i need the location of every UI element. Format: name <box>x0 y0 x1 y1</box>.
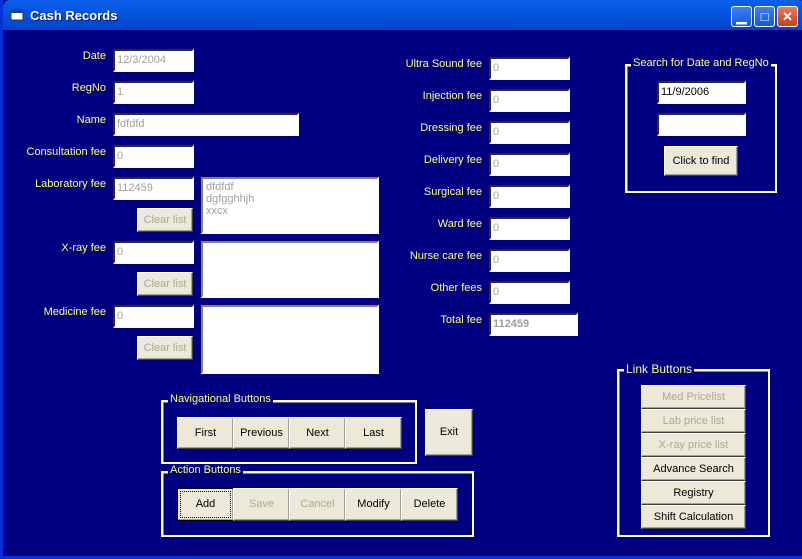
surgical-fee-field[interactable]: 0 <box>489 185 570 208</box>
date-field[interactable]: 12/3/2004 <box>113 49 194 72</box>
click-to-find-button[interactable]: Click to find <box>664 146 738 176</box>
maximize-icon: □ <box>760 9 769 24</box>
advance-search-button[interactable]: Advance Search <box>641 457 746 481</box>
save-button[interactable]: Save <box>233 488 290 521</box>
laboratory-list[interactable]: dfdfdf dgfgghhjh xxcx <box>201 177 379 234</box>
name-label: Name <box>76 114 106 126</box>
cancel-button[interactable]: Cancel <box>289 488 346 521</box>
previous-button[interactable]: Previous <box>233 417 290 449</box>
registry-button[interactable]: Registry <box>641 481 746 505</box>
delivery-fee-field[interactable]: 0 <box>489 153 570 176</box>
nurse-care-fee-field[interactable]: 0 <box>489 249 570 272</box>
ward-fee-field[interactable]: 0 <box>489 217 570 240</box>
med-pricelist-button[interactable]: Med Pricelist <box>641 385 746 409</box>
modify-button[interactable]: Modify <box>345 488 402 521</box>
minimize-button[interactable]: ▁ <box>731 6 752 27</box>
minimize-icon: ▁ <box>736 9 747 24</box>
xray-price-list-button[interactable]: X-ray price list <box>641 433 746 457</box>
delivery-fee-label: Delivery fee <box>423 154 482 166</box>
injection-fee-label: Injection fee <box>422 90 482 102</box>
regno-field[interactable]: 1 <box>113 81 194 104</box>
search-regno-field[interactable] <box>657 113 746 136</box>
medicine-clear-list-button[interactable]: Clear list <box>137 336 193 360</box>
close-icon: ✕ <box>782 9 793 24</box>
medicine-list[interactable] <box>201 305 379 374</box>
delete-button[interactable]: Delete <box>401 488 458 521</box>
consultation-fee-field[interactable]: 0 <box>113 145 194 168</box>
window-title: Cash Records <box>30 8 118 23</box>
surgical-fee-label: Surgical fee <box>423 186 482 198</box>
lab-price-list-button[interactable]: Lab price list <box>641 409 746 433</box>
other-fees-field[interactable]: 0 <box>489 281 570 304</box>
app-icon <box>10 9 24 21</box>
link-buttons-frame-title: Link Buttons <box>624 362 695 376</box>
shift-calculation-button[interactable]: Shift Calculation <box>641 505 746 529</box>
close-button[interactable]: ✕ <box>777 6 798 27</box>
navigational-frame-title: Navigational Buttons <box>168 393 273 405</box>
ward-fee-label: Ward fee <box>437 218 482 230</box>
injection-fee-field[interactable]: 0 <box>489 89 570 112</box>
last-button[interactable]: Last <box>345 417 402 449</box>
ultrasound-fee-field[interactable]: 0 <box>489 57 570 80</box>
other-fees-label: Other fees <box>430 282 482 294</box>
xray-list[interactable] <box>201 241 379 298</box>
total-fee-label: Total fee <box>440 314 482 326</box>
search-frame-title: Search for Date and RegNo <box>631 57 771 69</box>
xray-fee-field[interactable]: 0 <box>113 241 194 264</box>
form-body: Date 12/3/2004 RegNo 1 Name fdfdfd Consu… <box>6 30 802 556</box>
laboratory-fee-field[interactable]: 112459 <box>113 177 194 200</box>
maximize-button[interactable]: □ <box>754 6 775 27</box>
next-button[interactable]: Next <box>289 417 346 449</box>
medicine-fee-field[interactable]: 0 <box>113 305 194 328</box>
name-field[interactable]: fdfdfd <box>113 113 299 136</box>
xray-fee-label: X-ray fee <box>61 242 106 254</box>
add-button[interactable]: Add <box>177 488 234 521</box>
list-item[interactable]: dfdfdf <box>206 181 374 193</box>
dressing-fee-field[interactable]: 0 <box>489 121 570 144</box>
laboratory-clear-list-button[interactable]: Clear list <box>137 208 193 232</box>
cash-records-window: Cash Records ▁ □ ✕ Date 12/3/2004 RegNo … <box>0 0 802 559</box>
xray-clear-list-button[interactable]: Clear list <box>137 272 193 296</box>
list-item[interactable]: xxcx <box>206 205 374 217</box>
medicine-fee-label: Medicine fee <box>43 306 106 318</box>
total-fee-field[interactable]: 112459 <box>489 313 578 336</box>
laboratory-fee-label: Laboratory fee <box>35 178 106 190</box>
exit-button[interactable]: Exit <box>425 409 473 456</box>
dressing-fee-label: Dressing fee <box>420 122 482 134</box>
nurse-care-fee-label: Nurse care fee <box>409 250 482 262</box>
date-label: Date <box>82 50 106 62</box>
first-button[interactable]: First <box>177 417 234 449</box>
list-item[interactable]: dgfgghhjh <box>206 193 374 205</box>
action-frame-title: Action Buttons <box>168 464 243 476</box>
title-bar[interactable]: Cash Records ▁ □ ✕ <box>3 0 802 30</box>
ultrasound-fee-label: Ultra Sound fee <box>405 58 482 70</box>
regno-label: RegNo <box>71 82 106 94</box>
consultation-fee-label: Consultation fee <box>26 146 107 158</box>
search-date-field[interactable]: 11/9/2006 <box>657 81 746 104</box>
